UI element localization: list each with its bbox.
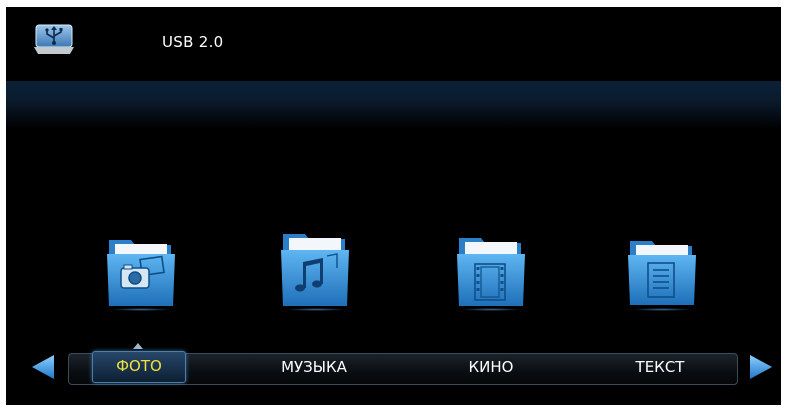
folder-reflection (632, 308, 692, 311)
selection-marker (133, 343, 143, 349)
menu-item-movie[interactable]: КИНО (443, 352, 539, 382)
music-folder-icon[interactable] (279, 230, 351, 310)
menu-item-music[interactable]: МУЗЫКА (266, 352, 362, 382)
media-player-screen: USB 2.0 ФОТО МУЗЫКА КИНО ТЕКСТ (6, 7, 781, 405)
folder-reflection (461, 308, 521, 311)
folder-reflection (286, 308, 346, 311)
menu-item-photo[interactable]: ФОТО (92, 351, 186, 381)
arrow-left-icon[interactable] (30, 352, 56, 382)
folder-reflection (111, 308, 171, 311)
usb-icon (32, 23, 76, 57)
header-gradient-band (6, 81, 781, 129)
movie-folder-icon[interactable] (455, 234, 527, 314)
text-folder-icon[interactable] (626, 237, 698, 317)
menu-item-text[interactable]: ТЕКСТ (612, 352, 708, 382)
arrow-right-icon[interactable] (748, 352, 774, 382)
device-label: USB 2.0 (162, 33, 224, 51)
photo-folder-icon[interactable] (105, 234, 177, 314)
